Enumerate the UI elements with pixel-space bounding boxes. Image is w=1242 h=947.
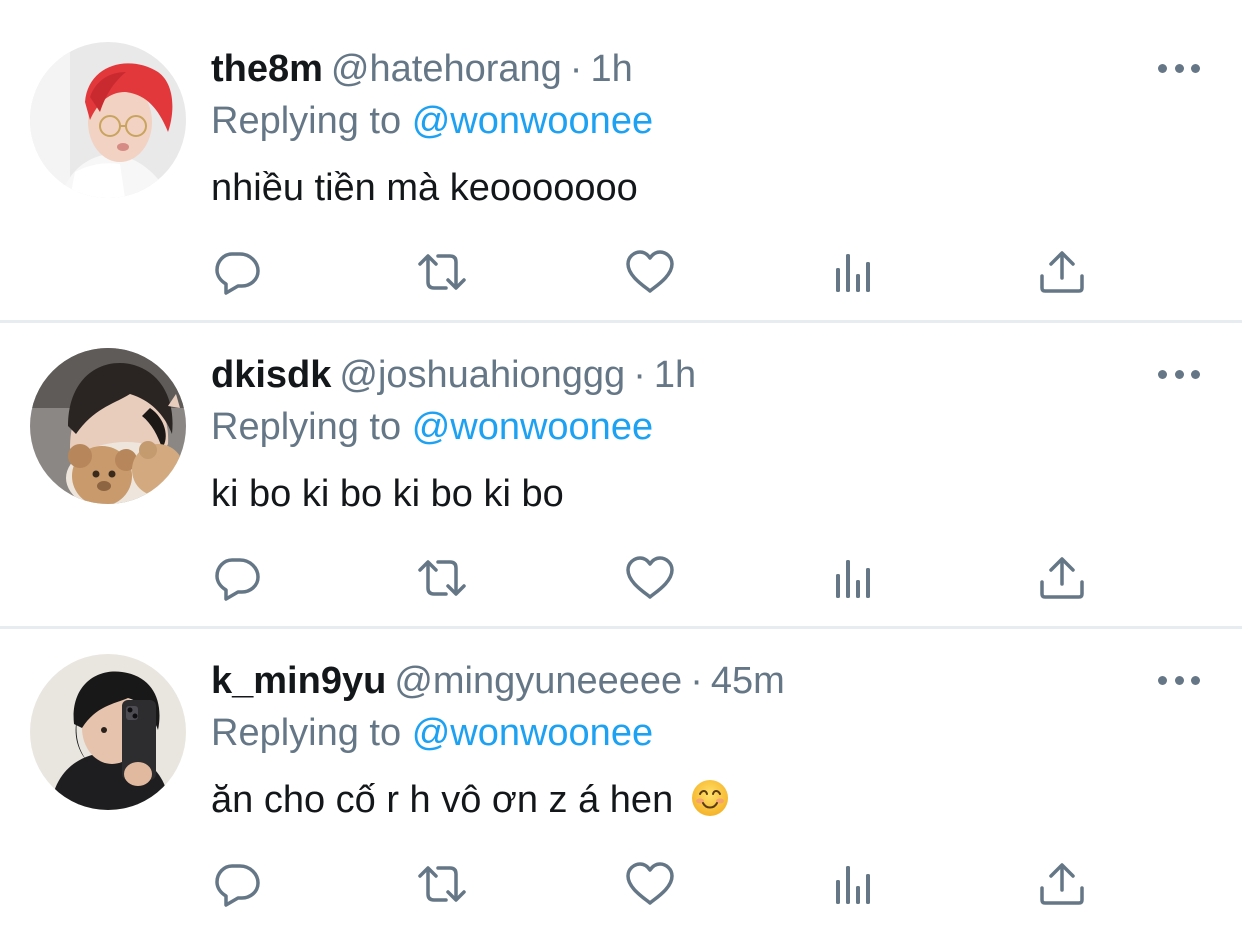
replying-to-mention[interactable]: @wonwoonee	[412, 712, 653, 754]
more-options-icon[interactable]	[1158, 60, 1200, 76]
more-dot	[1158, 63, 1167, 73]
replying-to-label: Replying to	[211, 406, 402, 448]
replying-to-label: Replying to	[211, 100, 402, 142]
retweet-button[interactable]	[416, 858, 468, 910]
display-name[interactable]: k_min9yu	[211, 660, 386, 702]
tweet-header: the8m @hatehorang · 1h	[211, 44, 633, 94]
smiling-face-emoji	[691, 779, 728, 816]
reply-icon	[215, 558, 260, 601]
replying-to-line: Replying to @wonwoonee	[211, 402, 653, 452]
tweet-time[interactable]: 1h	[590, 48, 632, 90]
more-dot	[1174, 675, 1184, 685]
retweet-button[interactable]	[416, 246, 468, 298]
tweet-time[interactable]: 45m	[711, 660, 785, 702]
tweet-header: dkisdk @joshuahionggg · 1h	[211, 350, 696, 400]
like-button[interactable]	[624, 552, 676, 604]
more-dot	[1158, 675, 1167, 685]
user-handle[interactable]: @hatehorang	[331, 48, 562, 90]
replying-to-line: Replying to @wonwoonee	[211, 708, 653, 758]
replying-to-mention[interactable]: @wonwoonee	[412, 100, 653, 142]
avatar[interactable]	[30, 348, 186, 504]
more-dot	[1174, 63, 1184, 73]
more-dot	[1191, 675, 1200, 685]
retweet-icon	[418, 254, 466, 290]
like-button[interactable]	[624, 246, 676, 298]
reply-icon	[215, 864, 260, 907]
analytics-button[interactable]	[830, 858, 882, 910]
share-button[interactable]	[1036, 552, 1088, 604]
user-handle[interactable]: @joshuahionggg	[339, 354, 625, 396]
like-icon	[626, 862, 674, 905]
tweet-text: ki bo ki bo ki bo ki bo	[211, 473, 564, 515]
tweet[interactable]: the8m @hatehorang · 1h Replying to @wonwoon…	[0, 0, 1242, 306]
analytics-button[interactable]	[830, 552, 882, 604]
more-dot	[1158, 369, 1167, 379]
display-name[interactable]: the8m	[211, 48, 323, 90]
analytics-icon	[836, 560, 870, 598]
more-dot	[1191, 63, 1200, 73]
tweet-text-container: ăn cho cố r h vô ơn z á hen	[211, 774, 730, 826]
more-dot	[1174, 369, 1184, 379]
replying-to-mention[interactable]: @wonwoonee	[412, 406, 653, 448]
replying-to-line: Replying to @wonwoonee	[211, 96, 653, 146]
separator-dot: ·	[690, 660, 703, 702]
share-button[interactable]	[1036, 858, 1088, 910]
more-options-icon[interactable]	[1158, 672, 1200, 688]
tweet-text: nhiều tiền mà keooooooo	[211, 167, 638, 209]
share-icon	[1040, 863, 1084, 905]
reply-button[interactable]	[212, 552, 264, 604]
avatar[interactable]	[30, 42, 186, 198]
reply-button[interactable]	[212, 858, 264, 910]
avatar[interactable]	[30, 654, 186, 810]
reply-icon	[215, 252, 260, 295]
reply-button[interactable]	[212, 246, 264, 298]
analytics-button[interactable]	[830, 246, 882, 298]
display-name[interactable]: dkisdk	[211, 354, 331, 396]
tweet[interactable]: k_min9yu @mingyuneeeee · 45m Replying to @w…	[0, 612, 1242, 918]
tweet-time[interactable]: 1h	[654, 354, 696, 396]
share-icon	[1040, 557, 1084, 599]
like-button[interactable]	[624, 858, 676, 910]
tweet-header: k_min9yu @mingyuneeeee · 45m	[211, 656, 785, 706]
tweet[interactable]: dkisdk @joshuahionggg · 1h Replying to @won…	[0, 306, 1242, 612]
analytics-icon	[836, 254, 870, 292]
replying-to-label: Replying to	[211, 712, 402, 754]
user-handle[interactable]: @mingyuneeeee	[394, 660, 682, 702]
analytics-icon	[836, 866, 870, 904]
more-options-icon[interactable]	[1158, 366, 1200, 382]
share-button[interactable]	[1036, 246, 1088, 298]
share-icon	[1040, 251, 1084, 293]
retweet-icon	[418, 866, 466, 902]
tweet-text: ăn cho cố r h vô ơn z á hen	[211, 779, 674, 821]
retweet-icon	[418, 560, 466, 596]
retweet-button[interactable]	[416, 552, 468, 604]
separator-dot: ·	[569, 48, 583, 90]
like-icon	[626, 556, 674, 599]
like-icon	[626, 250, 674, 293]
separator-dot: ·	[633, 354, 646, 396]
more-dot	[1191, 369, 1200, 379]
